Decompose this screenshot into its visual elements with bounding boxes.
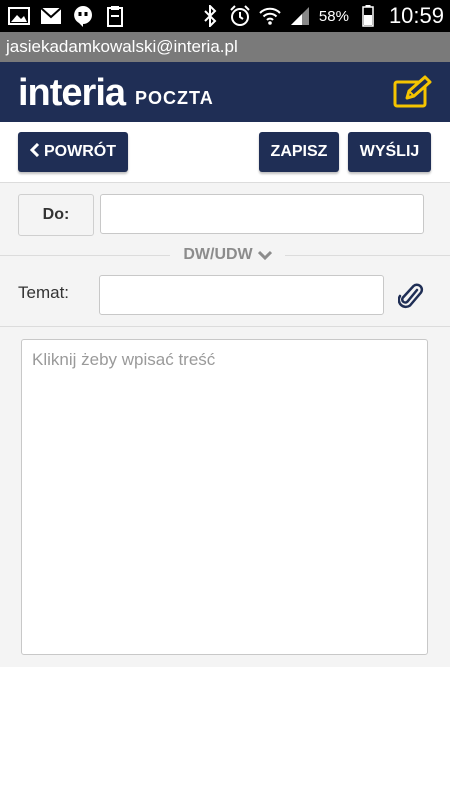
subject-input[interactable] — [99, 275, 384, 315]
logo-subtitle: POCZTA — [135, 88, 214, 108]
gallery-icon — [8, 5, 30, 27]
compose-toolbar: POWRÓT ZAPISZ WYŚLIJ — [0, 122, 450, 183]
bluetooth-icon — [199, 5, 221, 27]
app-header: interia POCZTA — [0, 62, 450, 122]
chevron-down-icon — [257, 250, 272, 260]
save-button[interactable]: ZAPISZ — [259, 132, 339, 172]
to-button[interactable]: Do: — [18, 194, 94, 236]
send-button-label: WYŚLIJ — [359, 143, 420, 160]
wifi-icon — [259, 5, 281, 27]
logo-text: interia — [18, 72, 126, 114]
signal-icon — [289, 5, 311, 27]
to-input[interactable] — [100, 194, 424, 234]
system-icons: 58% 10:59 — [199, 0, 444, 32]
chevron-left-icon — [29, 142, 40, 162]
battery-percent: 58% — [318, 7, 349, 25]
hangouts-icon — [72, 5, 94, 27]
alarm-icon — [229, 5, 251, 27]
notification-icons — [8, 5, 126, 27]
message-body-placeholder: Kliknij żeby wpisać treść — [32, 350, 216, 369]
subject-label: Temat: — [18, 283, 70, 302]
body-divider — [0, 326, 450, 327]
clock: 10:59 — [388, 3, 444, 28]
back-button-label: POWRÓT — [44, 143, 116, 160]
status-bar: 58% 10:59 — [0, 0, 450, 32]
paperclip-icon[interactable] — [397, 282, 424, 310]
account-email: jasiekadamkowalski@interia.pl — [6, 37, 238, 56]
interia-logo: interia POCZTA — [18, 72, 214, 114]
back-button[interactable]: POWRÓT — [18, 132, 128, 172]
gmail-icon — [40, 5, 62, 27]
cc-bcc-label: DW/UDW — [183, 246, 253, 263]
message-body-input[interactable]: Kliknij żeby wpisać treść — [21, 339, 428, 655]
account-bar: jasiekadamkowalski@interia.pl — [0, 32, 450, 62]
cc-bcc-toggle[interactable]: DW/UDW — [170, 243, 285, 267]
clipboard-icon — [104, 5, 126, 27]
battery-icon — [357, 5, 379, 27]
save-button-label: ZAPISZ — [270, 143, 328, 160]
compose-icon[interactable] — [392, 74, 434, 110]
compose-form: Do: DW/UDW Temat: Kliknij żeby wpisać tr… — [0, 183, 450, 667]
send-button[interactable]: WYŚLIJ — [348, 132, 431, 172]
